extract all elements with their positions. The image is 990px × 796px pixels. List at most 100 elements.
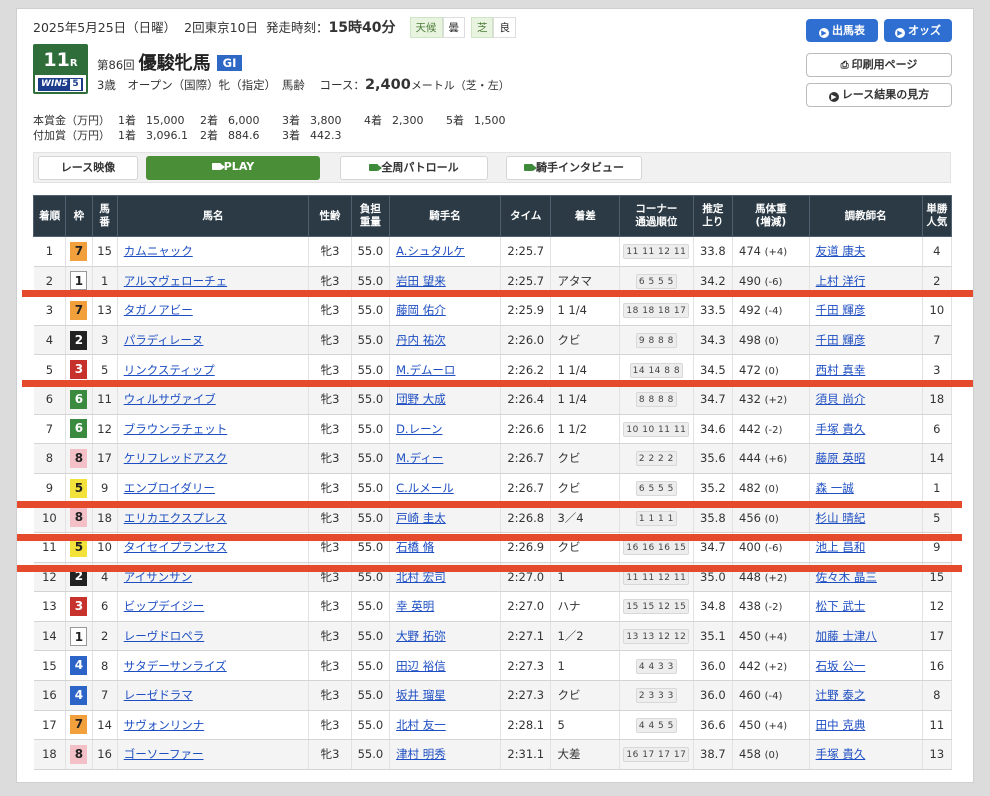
horse-link[interactable]: タイセイプランセス	[124, 540, 228, 554]
course-unit: メートル（芝・左）	[410, 79, 510, 92]
header-popularity: 単勝 人気	[921, 195, 953, 237]
jockey-link[interactable]: D.レーン	[396, 422, 442, 436]
trainer-link[interactable]: 池上 昌和	[816, 540, 866, 554]
trainer-link[interactable]: 千田 輝彦	[816, 333, 866, 347]
horse-link[interactable]: アルマヴェローチェ	[124, 274, 227, 288]
horse-link[interactable]: エリカエクスプレス	[124, 511, 227, 525]
jockey-link[interactable]: C.ルメール	[396, 481, 454, 495]
patrol-video-button[interactable]: 全周パトロール	[340, 156, 488, 180]
jockey-link[interactable]: 岩田 望来	[396, 274, 446, 288]
table-row: 1 7 15 カムニャック 牝3 55.0 A.シュタルケ 2:25.7 11 11 12 11…	[33, 236, 953, 267]
horse-link[interactable]: サタデーサンライズ	[124, 659, 227, 673]
print-page-button[interactable]: ⎙ 印刷用ページ	[806, 53, 952, 77]
odds-button[interactable]: ▶ オッズ	[884, 19, 952, 42]
horse-link[interactable]: レーゼドラマ	[124, 688, 193, 702]
prize-place: 5着	[446, 114, 464, 127]
jockey-link[interactable]: 北村 友一	[396, 718, 446, 732]
margin-cell: 大差	[550, 739, 621, 770]
jockey-cell: 北村 友一	[389, 709, 502, 741]
trainer-link[interactable]: 友道 康夫	[816, 244, 866, 258]
table-header-row: 着順 枠 馬番 馬名 性齢 負担 重量 騎手名 タイム 着差 コーナー 通過順位 推…	[32, 195, 953, 237]
popularity-cell: 18	[922, 383, 953, 415]
number-cell: 2	[92, 620, 118, 652]
jockey-link[interactable]: 幸 英明	[396, 599, 434, 613]
time-cell: 2:25.9	[500, 295, 552, 326]
horse-link[interactable]: ゴーソーファー	[124, 747, 204, 761]
bodyweight-value: 472	[739, 362, 761, 377]
how-to-read-button[interactable]: ▶ レース結果の見方	[806, 83, 952, 107]
horse-link[interactable]: ウィルサヴァイブ	[124, 392, 216, 406]
trainer-link[interactable]: 千田 輝彦	[816, 303, 866, 317]
header-horse: 馬名	[116, 195, 310, 237]
trainer-link[interactable]: 杉山 晴紀	[816, 511, 866, 525]
trainer-link[interactable]: 松下 武士	[816, 599, 866, 613]
horse-link[interactable]: ケリフレッドアスク	[124, 451, 228, 465]
horse-link[interactable]: カムニャック	[124, 244, 193, 258]
table-row: 13 3 6 ビップデイジー 牝3 55.0 幸 英明 2:27.0 ハナ 15 15 12 15…	[33, 591, 953, 622]
jockey-link[interactable]: 坂井 瑠星	[396, 688, 446, 702]
jockey-link[interactable]: 団野 大成	[396, 392, 446, 406]
bodyweight-diff: (0)	[764, 484, 779, 496]
trainer-link[interactable]: 田中 克典	[816, 718, 866, 732]
jockey-link[interactable]: 津村 明秀	[396, 747, 446, 761]
trainer-link[interactable]: 藤原 英昭	[816, 451, 866, 465]
rank-cell: 17	[33, 709, 67, 741]
play-button[interactable]: PLAY	[146, 156, 320, 180]
bodyweight-value: 460	[739, 688, 761, 703]
bodyweight-diff: (-6)	[764, 543, 783, 555]
trainer-link[interactable]: 須貝 尚介	[816, 392, 866, 406]
horse-link[interactable]: タガノアビー	[124, 303, 193, 317]
weight-cell: 55.0	[351, 679, 391, 711]
popularity-cell: 12	[922, 591, 953, 622]
win5-number: 5	[70, 79, 81, 90]
header-sexage: 性齢	[308, 195, 352, 237]
jockey-interview-button[interactable]: 騎手インタビュー	[506, 156, 642, 180]
horse-link[interactable]: エンブロイダリー	[124, 481, 215, 495]
trainer-link[interactable]: 石坂 公一	[816, 659, 866, 673]
rank-cell: 9	[33, 472, 67, 504]
trainer-link[interactable]: 加藤 士津八	[816, 629, 877, 643]
jockey-link[interactable]: M.ディー	[396, 451, 443, 465]
frame-badge: 8	[70, 448, 88, 468]
race-video-tab[interactable]: レース映像	[38, 156, 138, 180]
jockey-link[interactable]: 田辺 裕信	[396, 659, 446, 673]
jockey-link[interactable]: M.デムーロ	[396, 363, 455, 377]
horse-link[interactable]: レーヴドロペラ	[124, 629, 205, 643]
jockey-link[interactable]: 大野 拓弥	[396, 629, 446, 643]
trainer-link[interactable]: 西村 真幸	[816, 363, 866, 377]
last3f-cell: 34.7	[693, 383, 734, 415]
horse-link[interactable]: パラディレーヌ	[124, 333, 204, 347]
corner-cell: 16 17 17 17	[619, 739, 694, 770]
trainer-link[interactable]: 手塚 貴久	[816, 422, 866, 436]
number-cell: 13	[92, 295, 118, 326]
jockey-cell: 津村 明秀	[389, 739, 502, 770]
jockey-link[interactable]: 丹内 祐次	[396, 333, 446, 347]
jockey-link[interactable]: 戸崎 圭太	[396, 511, 446, 525]
popularity-cell: 16	[922, 650, 953, 681]
jockey-link[interactable]: A.シュタルケ	[396, 244, 465, 258]
race-info-line: 2025年5月25日（日曜） 2回東京10日 発走時刻：15時40分 天候曇 芝良	[33, 17, 516, 38]
jockey-link[interactable]: 藤岡 佑介	[396, 303, 446, 317]
corner-positions: 1 1 1 1	[635, 510, 677, 526]
race-condition-text: 3歳 オープン（国際）牝（指定） 馬齢	[97, 78, 305, 92]
jockey-link[interactable]: 石橋 脩	[396, 540, 434, 554]
video-camera-icon	[524, 164, 537, 171]
horse-link[interactable]: ブラウンラチェット	[124, 422, 228, 436]
prize-amount: 1,500	[474, 114, 506, 127]
horse-link[interactable]: リンクスティップ	[124, 363, 215, 377]
trainer-link[interactable]: 辻野 泰之	[816, 688, 866, 702]
header-time: タイム	[500, 195, 552, 237]
prize-amount: 442.3	[310, 129, 342, 142]
last3f-cell: 38.7	[693, 739, 734, 770]
horse-link[interactable]: サヴォンリンナ	[124, 718, 205, 732]
arrow-right-icon: ▶	[828, 92, 839, 102]
frame-badge: 5	[70, 478, 88, 498]
entries-button[interactable]: ▶ 出馬表	[806, 19, 878, 42]
bodyweight-cell: 432 (+2)	[732, 383, 810, 415]
horse-link[interactable]: ビップデイジー	[124, 599, 205, 613]
trainer-link[interactable]: 上村 洋行	[816, 274, 866, 288]
trainer-cell: 千田 輝彦	[809, 324, 923, 356]
trainer-link[interactable]: 森 一誠	[816, 481, 854, 495]
trainer-link[interactable]: 手塚 貴久	[816, 747, 866, 761]
header-rank: 着順	[32, 195, 67, 237]
